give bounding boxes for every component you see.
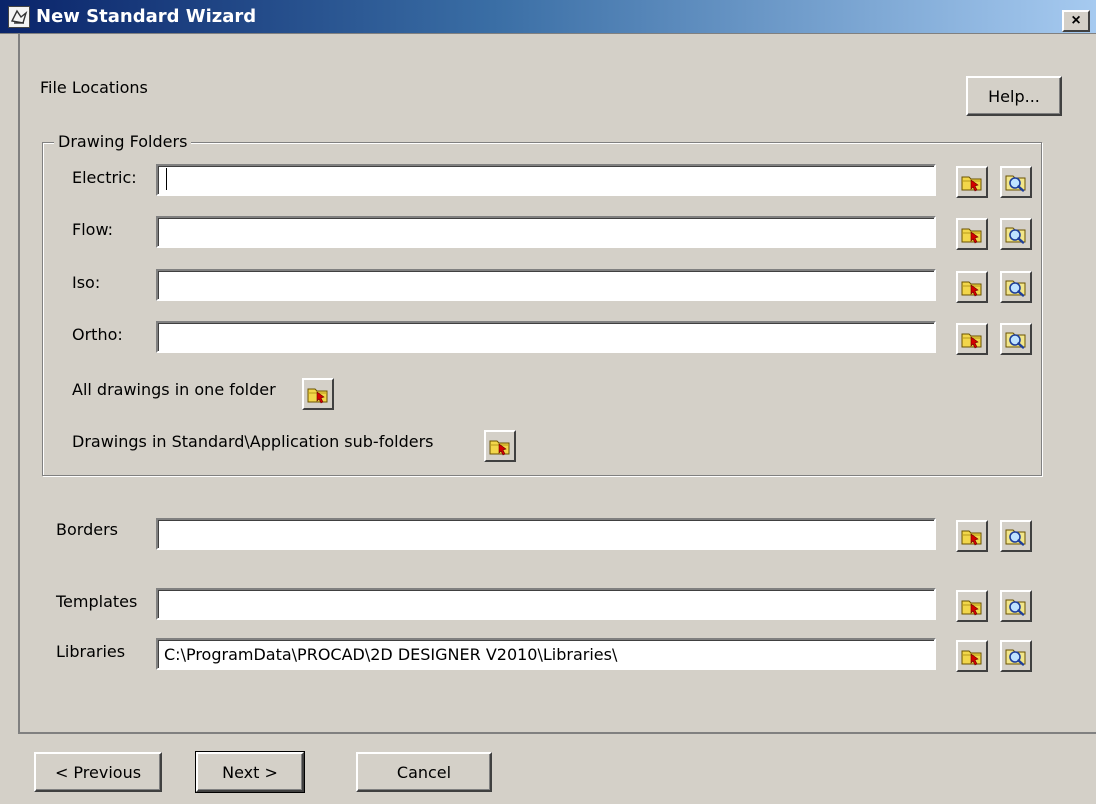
libraries-label: Libraries <box>56 642 126 661</box>
templates-label: Templates <box>56 592 138 611</box>
libraries-folder-arrow-icon[interactable] <box>956 640 988 672</box>
electric-folder-arrow-icon[interactable] <box>956 166 988 198</box>
ortho-folder-arrow-icon[interactable] <box>956 323 988 355</box>
iso-folder-arrow-icon[interactable] <box>956 271 988 303</box>
libraries-path-input[interactable] <box>156 638 936 670</box>
borders-label: Borders <box>56 520 118 539</box>
libraries-folder-magnifier-icon[interactable] <box>1000 640 1032 672</box>
electric-folder-magnifier-icon[interactable] <box>1000 166 1032 198</box>
borders-folder-magnifier-icon[interactable] <box>1000 520 1032 552</box>
ortho-path-input[interactable] <box>156 321 936 353</box>
borders-path-input[interactable] <box>156 518 936 550</box>
templates-path-input[interactable] <box>156 588 936 620</box>
borders-folder-arrow-icon[interactable] <box>956 520 988 552</box>
flow-folder-magnifier-icon[interactable] <box>1000 218 1032 250</box>
flow-label: Flow: <box>72 220 114 239</box>
iso-folder-magnifier-icon[interactable] <box>1000 271 1032 303</box>
iso-label: Iso: <box>72 273 101 292</box>
drawing-folders-title: Drawing Folders <box>54 132 192 151</box>
window-title: New Standard Wizard <box>36 6 257 27</box>
templates-folder-arrow-icon[interactable] <box>956 590 988 622</box>
flow-folder-arrow-icon[interactable] <box>956 218 988 250</box>
ortho-folder-magnifier-icon[interactable] <box>1000 323 1032 355</box>
iso-path-input[interactable] <box>156 269 936 301</box>
sub-folders-label: Drawings in Standard\Application sub-fol… <box>72 432 434 451</box>
cancel-button[interactable]: Cancel <box>356 752 492 792</box>
electric-path-input[interactable] <box>156 164 936 196</box>
electric-label: Electric: <box>72 168 137 187</box>
text-caret <box>166 168 167 190</box>
app-icon <box>8 6 30 28</box>
title-bar[interactable]: New Standard Wizard <box>0 0 1096 34</box>
flow-path-input[interactable] <box>156 216 936 248</box>
all-in-one-label: All drawings in one folder <box>72 380 276 399</box>
sub-folders-folder-arrow-icon[interactable] <box>484 430 516 462</box>
previous-button[interactable]: < Previous <box>34 752 162 792</box>
next-button[interactable]: Next > <box>195 751 305 793</box>
help-button[interactable]: Help... <box>966 76 1062 116</box>
close-button[interactable]: × <box>1062 10 1090 32</box>
all-in-one-folder-arrow-icon[interactable] <box>302 378 334 410</box>
templates-folder-magnifier-icon[interactable] <box>1000 590 1032 622</box>
ortho-label: Ortho: <box>72 325 123 344</box>
page-heading: File Locations <box>40 78 148 97</box>
